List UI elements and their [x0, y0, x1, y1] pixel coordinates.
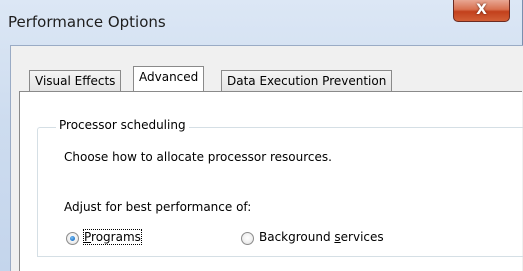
tab-advanced-label: Advanced — [139, 70, 199, 84]
background-services-radio-label[interactable]: Background services — [259, 230, 384, 244]
processor-scheduling-title: Processor scheduling — [56, 118, 189, 132]
window-title: Performance Options — [8, 13, 166, 31]
background-services-radio[interactable] — [241, 232, 254, 245]
programs-radio-label[interactable]: Programs — [83, 229, 142, 245]
tab-dep-label: Data Execution Prevention — [227, 74, 387, 88]
tab-advanced[interactable]: Advanced — [133, 66, 205, 91]
close-icon: X — [476, 2, 487, 18]
programs-radio[interactable] — [66, 232, 79, 245]
processor-scheduling-description: Choose how to allocate processor resourc… — [64, 150, 332, 164]
tab-visual-effects-label: Visual Effects — [35, 74, 116, 88]
tab-visual-effects[interactable]: Visual Effects — [29, 70, 122, 91]
performance-options-window: Performance Options X Visual Effects Adv… — [0, 0, 523, 271]
close-button[interactable]: X — [453, 0, 510, 22]
tab-data-execution-prevention[interactable]: Data Execution Prevention — [221, 70, 393, 91]
adjust-for-label: Adjust for best performance of: — [64, 200, 252, 214]
